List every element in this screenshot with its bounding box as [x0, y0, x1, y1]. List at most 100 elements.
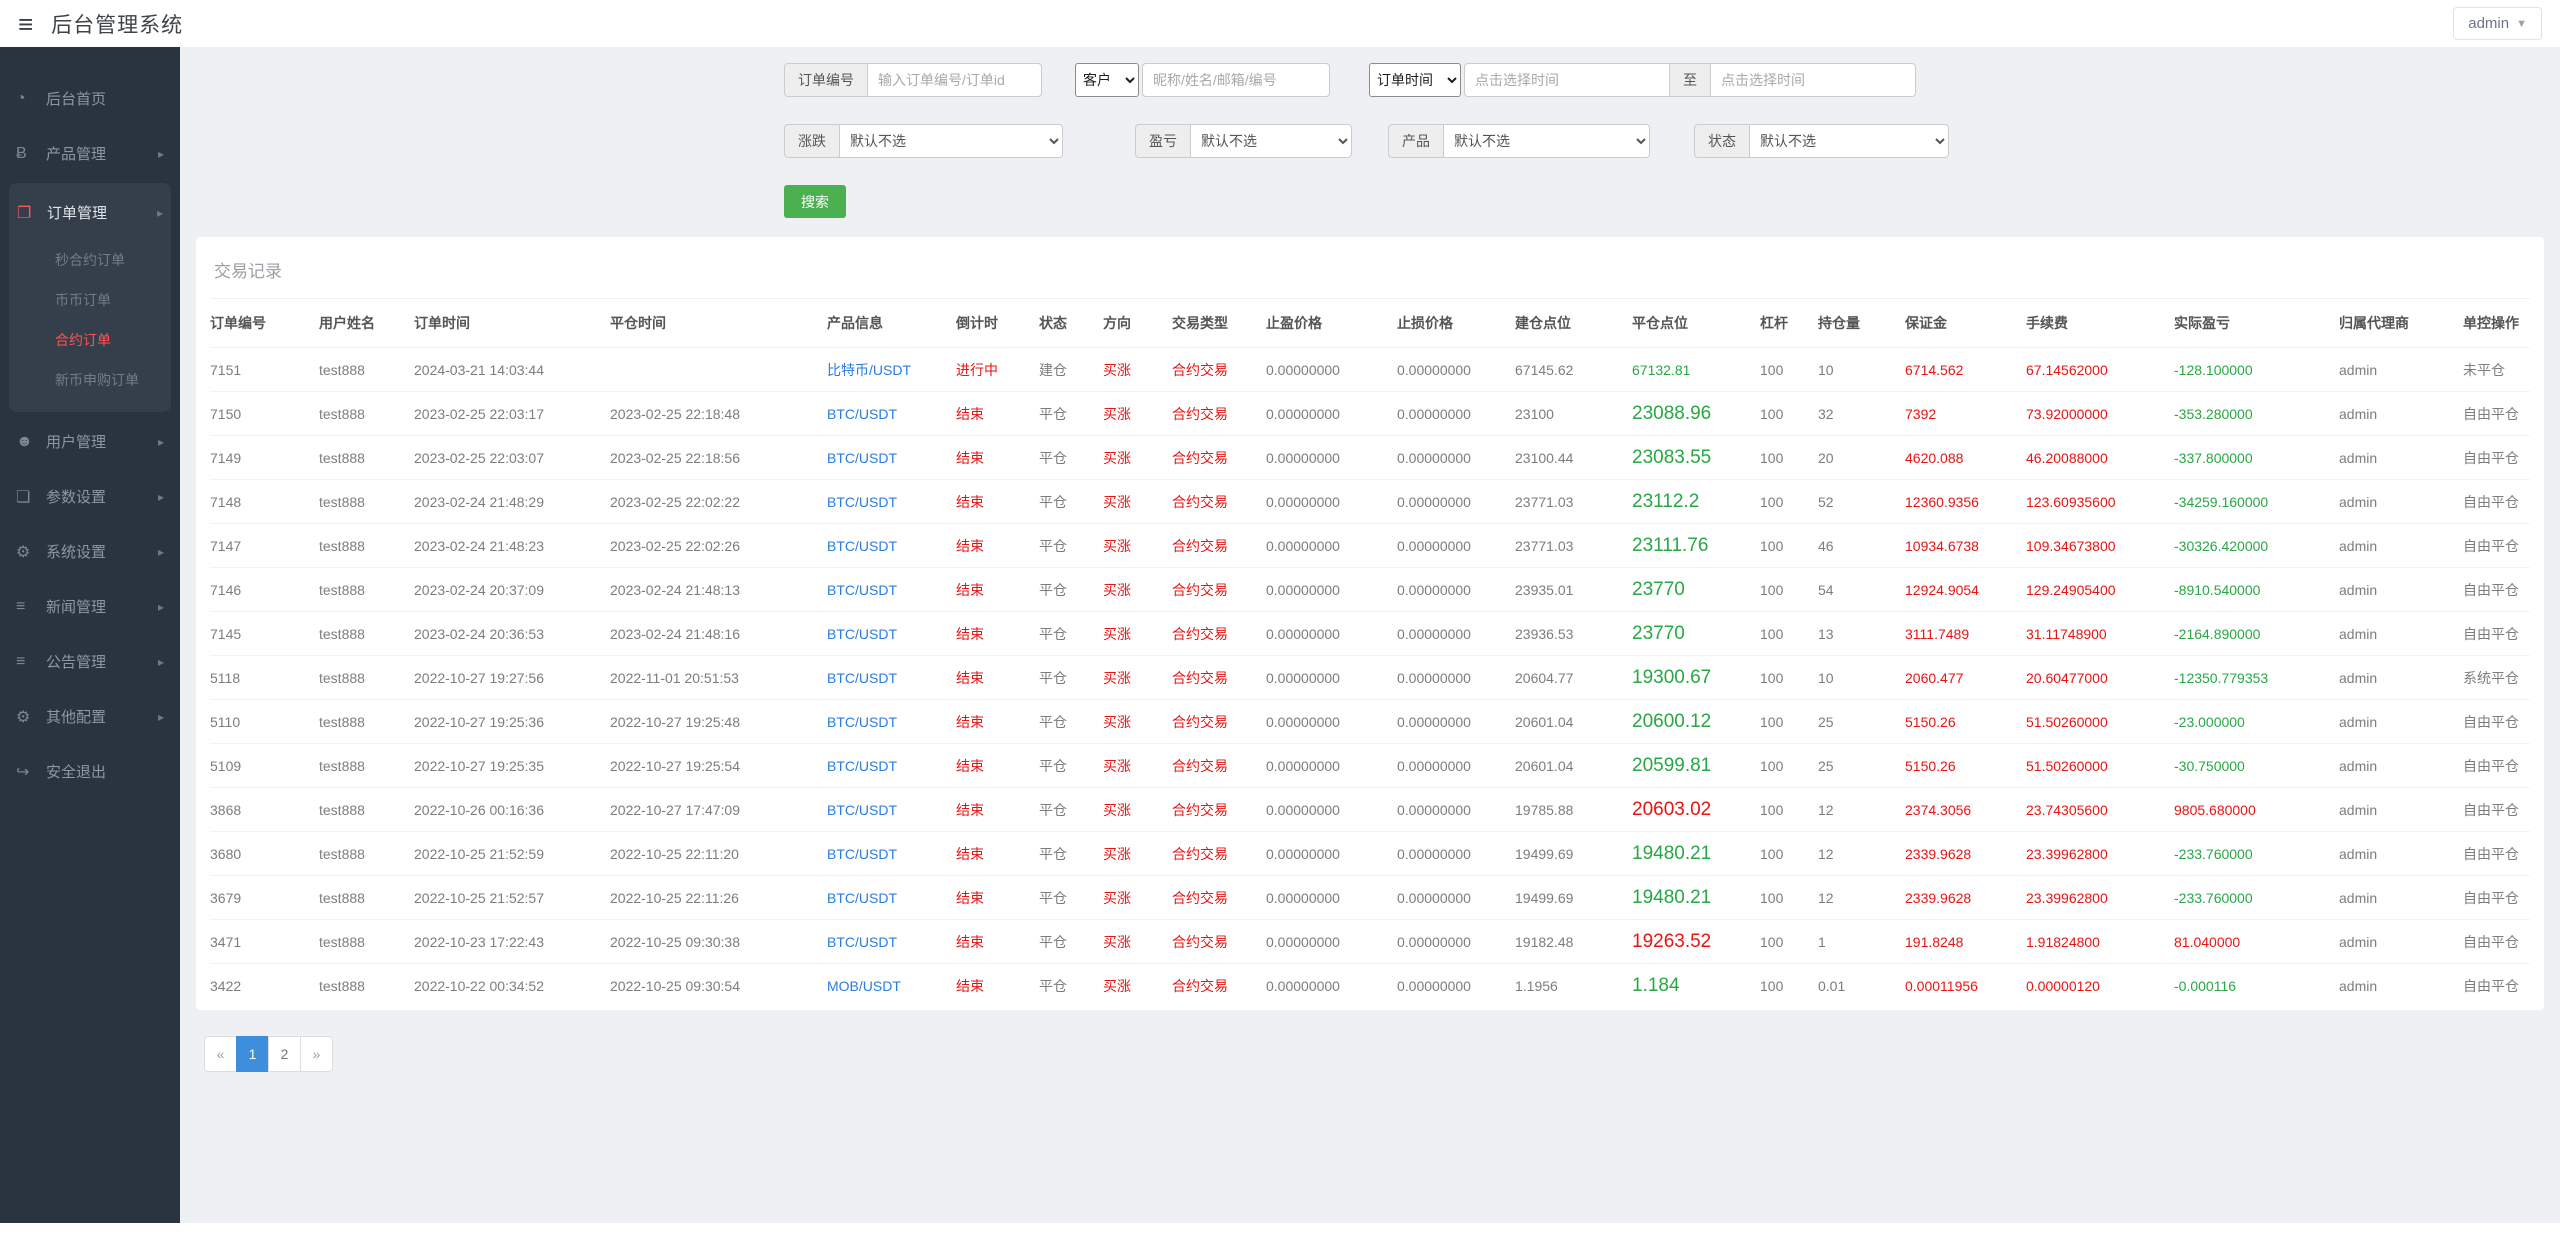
table-row: 5118 test888 2022-10-27 19:27:56 2022-11-01… [210, 655, 2530, 700]
column-header-7: 方向 [1103, 299, 1172, 348]
product-link[interactable]: BTC/USDT [827, 919, 956, 964]
pnl-select[interactable]: 默认不选 [1190, 124, 1352, 158]
updown-select[interactable]: 默认不选 [839, 124, 1063, 158]
cell-type: 合约交易 [1172, 743, 1266, 788]
table-row: 3422 test888 2022-10-22 00:34:52 2022-10-25… [210, 964, 2530, 1008]
cell-id: 5109 [210, 743, 319, 788]
pagination-prev[interactable]: « [204, 1035, 237, 1072]
cell-open_time: 2022-10-25 21:52:57 [414, 875, 610, 920]
sidebar-item-notices[interactable]: ≡ 公告管理 ▸ [0, 634, 180, 689]
product-link[interactable]: BTC/USDT [827, 435, 956, 480]
cell-control: 自由平仓 [2463, 611, 2530, 656]
cell-sl: 0.00000000 [1397, 655, 1515, 700]
topbar: ≡ 后台管理系统 admin ▼ [0, 0, 2560, 47]
chevron-right-icon: ▸ [157, 599, 164, 614]
updown-label: 涨跌 [784, 124, 839, 158]
cell-lever: 100 [1760, 919, 1818, 964]
product-link[interactable]: BTC/USDT [827, 743, 956, 788]
column-header-12: 平仓点位 [1632, 299, 1760, 348]
cell-tp: 0.00000000 [1266, 523, 1397, 568]
product-link[interactable]: 比特币/USDT [827, 347, 956, 392]
sidebar-item-orders[interactable]: ❐ 订单管理 ▸ [9, 185, 171, 240]
chevron-right-icon: ▸ [157, 709, 164, 724]
sidebar-subitem-spot-orders[interactable]: 币币订单 [9, 280, 171, 320]
product-link[interactable]: BTC/USDT [827, 875, 956, 920]
sidebar-subitem-new-coin-orders[interactable]: 新币申购订单 [9, 360, 171, 400]
cell-sl: 0.00000000 [1397, 787, 1515, 832]
time-to-input[interactable] [1710, 63, 1916, 97]
cell-pnl: -233.760000 [2174, 831, 2339, 876]
cell-id: 7151 [210, 347, 319, 392]
sidebar-item-products[interactable]: Ƀ 产品管理 ▸ [0, 126, 180, 181]
cell-status: 建仓 [1039, 347, 1103, 392]
sidebar-item-news[interactable]: ≡ 新闻管理 ▸ [0, 579, 180, 634]
cell-sl: 0.00000000 [1397, 523, 1515, 568]
sidebar-item-users[interactable]: ☻ 用户管理 ▸ [0, 414, 180, 469]
status-group: 状态 默认不选 [1694, 124, 1949, 158]
cell-amount: 13 [1818, 611, 1905, 656]
cell-user: test888 [319, 611, 414, 656]
cell-type: 合约交易 [1172, 699, 1266, 744]
sidebar-subitem-contract-orders[interactable]: 合约订单 [9, 320, 171, 360]
cell-close_price: 19480.21 [1632, 875, 1760, 920]
product-link[interactable]: BTC/USDT [827, 655, 956, 700]
table-row: 3868 test888 2022-10-26 00:16:36 2022-10-27… [210, 787, 2530, 832]
customer-input[interactable] [1142, 63, 1330, 97]
pagination-page-2[interactable]: 2 [268, 1035, 301, 1072]
product-link[interactable]: BTC/USDT [827, 523, 956, 568]
product-link[interactable]: BTC/USDT [827, 479, 956, 524]
cell-user: test888 [319, 567, 414, 612]
cell-user: test888 [319, 831, 414, 876]
sidebar-item-label: 公告管理 [46, 654, 107, 671]
trade-records-card: 交易记录 订单编号 用户姓名 订单时间 平仓时间 产品信息 倒计时 状态 方向 交易类型 止盈价格… [196, 237, 2544, 1010]
sidebar-subitem-seconds-contract-orders[interactable]: 秒合约订单 [9, 240, 171, 280]
cell-pnl: -0.000116 [2174, 977, 2237, 994]
cell-amount: 12 [1818, 831, 1905, 876]
cell-agent: admin [2339, 611, 2463, 656]
product-link[interactable]: BTC/USDT [827, 699, 956, 744]
cell-open_price: 23771.03 [1515, 523, 1632, 568]
search-button[interactable]: 搜索 [784, 185, 846, 218]
sidebar-item-logout[interactable]: ↪ 安全退出 [0, 744, 180, 799]
cell-agent: admin [2339, 787, 2463, 832]
pagination-next[interactable]: » [300, 1035, 333, 1072]
cell-status: 平仓 [1039, 435, 1103, 480]
sidebar-item-other[interactable]: ⚙ 其他配置 ▸ [0, 689, 180, 744]
user-dropdown[interactable]: admin ▼ [2453, 7, 2542, 40]
cell-sl: 0.00000000 [1397, 977, 1471, 994]
sidebar-item-label: 订单管理 [47, 205, 108, 222]
sidebar-item-system[interactable]: ⚙ 系统设置 ▸ [0, 524, 180, 579]
sidebar-item-params[interactable]: ❏ 参数设置 ▸ [0, 469, 180, 524]
product-link[interactable]: BTC/USDT [827, 831, 956, 876]
cell-close_time: 2022-10-25 22:11:20 [610, 831, 827, 876]
cell-lever: 100 [1760, 523, 1818, 568]
status-select[interactable]: 默认不选 [1749, 124, 1949, 158]
product-link[interactable]: BTC/USDT [827, 391, 956, 436]
cell-fee: 46.20088000 [2026, 435, 2174, 480]
product-link[interactable]: BTC/USDT [827, 611, 956, 656]
cell-id: 7145 [210, 611, 319, 656]
cell-type: 合约交易 [1172, 831, 1266, 876]
hamburger-menu-icon[interactable]: ≡ [18, 11, 33, 37]
chevron-right-icon: ▸ [157, 544, 164, 559]
time-type-select[interactable]: 订单时间 [1369, 63, 1461, 97]
product-link[interactable]: MOB/USDT [827, 964, 956, 1008]
cell-close_price: 20600.12 [1632, 699, 1760, 744]
sidebar-item-home[interactable]: ◔ 后台首页 [0, 71, 180, 126]
cell-fee: 109.34673800 [2026, 523, 2174, 568]
time-from-input[interactable] [1464, 63, 1670, 97]
pnl-group: 盈亏 默认不选 [1135, 124, 1352, 158]
pagination: «1 2» [204, 1035, 333, 1072]
pagination-page-1[interactable]: 1 [236, 1035, 269, 1072]
list-icon: ≡ [16, 652, 26, 670]
cell-tp: 0.00000000 [1266, 787, 1397, 832]
order-no-input[interactable] [867, 63, 1042, 97]
filter-row-2: 涨跌 默认不选 盈亏 默认不选 产品 默认不选 状态 默认不选 [784, 124, 2544, 158]
cell-control: 自由平仓 [2463, 787, 2530, 832]
product-link[interactable]: BTC/USDT [827, 787, 956, 832]
product-link[interactable]: BTC/USDT [827, 567, 956, 612]
customer-type-select[interactable]: 客户 [1075, 63, 1139, 97]
cell-tp: 0.00000000 [1266, 699, 1397, 744]
cell-close_price: 19480.21 [1632, 831, 1760, 876]
product-select[interactable]: 默认不选 [1443, 124, 1650, 158]
